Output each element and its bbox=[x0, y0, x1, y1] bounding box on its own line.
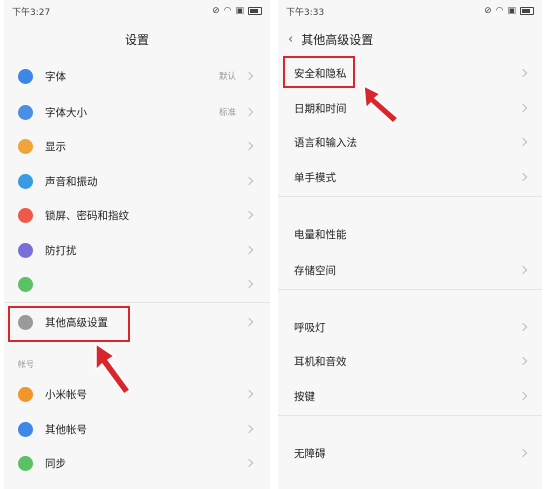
sim-icon: ▣ bbox=[235, 6, 244, 16]
status-icons: ⊘ ◠ ▣ bbox=[212, 6, 262, 16]
advanced-settings-item-label: 无障碍 bbox=[294, 447, 326, 460]
settings-item-label: 防打扰 bbox=[45, 244, 77, 257]
settings-item-label: 字体大小 bbox=[45, 106, 87, 119]
chevron-right-icon bbox=[518, 322, 528, 332]
settings-item[interactable]: 字体大小 标准 bbox=[4, 95, 270, 129]
advanced-settings-item-label: 按键 bbox=[294, 390, 315, 403]
settings-item[interactable]: 锁屏、密码和指纹 bbox=[4, 198, 270, 232]
divider bbox=[4, 302, 270, 303]
account-item[interactable]: 其他帐号 bbox=[4, 412, 270, 446]
settings-item[interactable]: 字体 默认 bbox=[4, 59, 270, 93]
account-item-label: 小米帐号 bbox=[45, 388, 87, 401]
status-bar: 下午3:33 ⊘ ◠ ▣ bbox=[278, 0, 542, 22]
user-icon bbox=[18, 421, 33, 437]
chevron-right-icon bbox=[244, 141, 254, 151]
settings-item[interactable]: 声音和振动 bbox=[4, 164, 270, 198]
advanced-settings-item-label: 呼吸灯 bbox=[294, 321, 326, 334]
settings-item-label: 锁屏、密码和指纹 bbox=[45, 209, 129, 222]
status-icons: ⊘ ◠ ▣ bbox=[484, 6, 534, 16]
battery-icon bbox=[248, 7, 262, 15]
advanced-settings-item-label: 单手模式 bbox=[294, 171, 336, 184]
partial-icon bbox=[18, 276, 33, 292]
divider bbox=[278, 196, 542, 197]
advanced-settings-item[interactable]: 呼吸灯 bbox=[278, 310, 542, 344]
status-bar: 下午3:27 ⊘ ◠ ▣ bbox=[4, 0, 270, 22]
settings-screen: 下午3:27 ⊘ ◠ ▣ 设置 字体 默认字体大小 标准显示声音和振动锁屏、密码和指… bbox=[4, 0, 270, 489]
page-title-bar: ‹ 其他高级设置 bbox=[278, 22, 542, 56]
chevron-right-icon bbox=[244, 71, 254, 81]
chevron-right-icon bbox=[244, 210, 254, 220]
back-arrow-icon[interactable]: ‹ bbox=[288, 32, 293, 47]
mute-icon: ⊘ bbox=[484, 6, 492, 16]
settings-item-label: 声音和振动 bbox=[45, 175, 98, 188]
settings-item[interactable]: 显示 bbox=[4, 129, 270, 163]
sync-icon bbox=[18, 455, 33, 471]
display-icon bbox=[18, 138, 33, 154]
page-title: 其他高级设置 bbox=[301, 32, 374, 47]
chevron-right-icon bbox=[518, 68, 528, 78]
sim-icon: ▣ bbox=[507, 6, 516, 16]
pointer-arrow-icon bbox=[363, 84, 400, 125]
battery-icon bbox=[520, 7, 534, 15]
chevron-right-icon bbox=[244, 279, 254, 289]
highlight-box-security-privacy bbox=[283, 56, 355, 88]
settings-item-label: 显示 bbox=[45, 140, 66, 153]
settings-item-value: 标准 bbox=[218, 108, 236, 118]
advanced-settings-item[interactable]: 无障碍 bbox=[278, 436, 542, 470]
advanced-settings-item[interactable]: 电量和性能 bbox=[278, 217, 542, 251]
advanced-settings-item-label: 存储空间 bbox=[294, 264, 336, 277]
divider bbox=[278, 289, 542, 290]
chevron-right-icon bbox=[244, 317, 254, 327]
settings-item[interactable]: 防打扰 bbox=[4, 233, 270, 267]
advanced-settings-item[interactable]: 存储空间 bbox=[278, 253, 542, 287]
font-icon bbox=[18, 68, 33, 84]
advanced-settings-item[interactable]: 单手模式 bbox=[278, 160, 542, 194]
chevron-right-icon bbox=[518, 265, 528, 275]
sound-icon bbox=[18, 173, 33, 189]
chevron-right-icon bbox=[518, 172, 528, 182]
lock-icon bbox=[18, 207, 33, 223]
page-title: 设置 bbox=[124, 32, 149, 47]
chevron-right-icon bbox=[244, 176, 254, 186]
pointer-arrow-icon bbox=[95, 342, 132, 396]
advanced-settings-item[interactable]: 语言和输入法 bbox=[278, 125, 542, 159]
advanced-settings-item[interactable]: 日期和时间 bbox=[278, 91, 542, 125]
account-item-label: 同步 bbox=[45, 457, 66, 470]
section-label-account: 帐号 bbox=[18, 360, 34, 369]
advanced-settings-item-label: 耳机和音效 bbox=[294, 355, 347, 368]
account-item-label: 其他帐号 bbox=[45, 423, 87, 436]
mi-account-icon bbox=[18, 386, 33, 402]
wifi-icon: ◠ bbox=[223, 6, 232, 16]
chevron-right-icon bbox=[518, 103, 528, 113]
chevron-right-icon bbox=[518, 137, 528, 147]
chevron-right-icon bbox=[244, 424, 254, 434]
chevron-right-icon bbox=[518, 448, 528, 458]
advanced-settings-item[interactable]: 按键 bbox=[278, 379, 542, 413]
wifi-icon: ◠ bbox=[495, 6, 504, 16]
divider bbox=[278, 415, 542, 416]
settings-item-value: 默认 bbox=[218, 72, 236, 82]
advanced-settings-item-label: 电量和性能 bbox=[294, 228, 347, 241]
advanced-settings-item[interactable]: 耳机和音效 bbox=[278, 344, 542, 378]
chevron-right-icon bbox=[244, 107, 254, 117]
chevron-right-icon bbox=[244, 389, 254, 399]
chevron-right-icon bbox=[244, 458, 254, 468]
highlight-box-advanced-settings bbox=[8, 306, 130, 342]
advanced-settings-item-label: 语言和输入法 bbox=[294, 136, 357, 149]
settings-item[interactable] bbox=[4, 267, 270, 301]
status-time: 下午3:27 bbox=[12, 7, 51, 18]
mute-icon: ⊘ bbox=[212, 6, 220, 16]
chevron-right-icon bbox=[244, 245, 254, 255]
chevron-right-icon bbox=[518, 391, 528, 401]
status-time: 下午3:33 bbox=[286, 7, 325, 18]
moon-icon bbox=[18, 242, 33, 258]
page-title-bar: 设置 bbox=[4, 22, 270, 56]
account-item[interactable]: 同步 bbox=[4, 446, 270, 480]
settings-item-label: 字体 bbox=[45, 70, 66, 83]
chevron-right-icon bbox=[518, 356, 528, 366]
font-size-icon bbox=[18, 104, 33, 120]
